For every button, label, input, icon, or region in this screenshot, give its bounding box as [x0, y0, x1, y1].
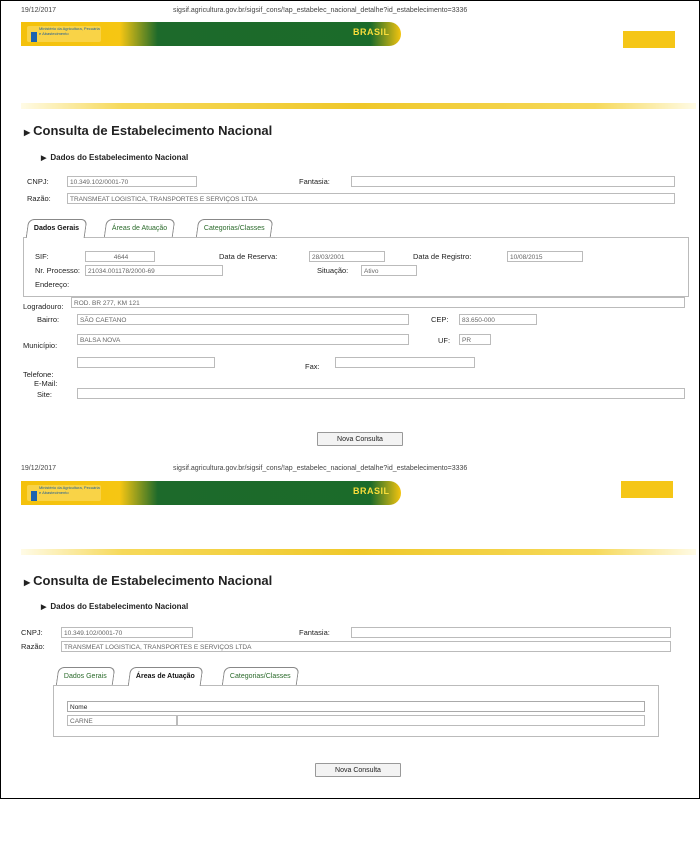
- site-label: Site:: [37, 390, 53, 399]
- ministry-banner: Ministério da Agricultura, Pecuária e Ab…: [21, 22, 401, 46]
- endereco-label: Endereço:: [35, 280, 70, 289]
- tab-dados-gerais[interactable]: Dados Gerais: [55, 667, 116, 686]
- tab-areas-de-atuacao[interactable]: Áreas de Atuação: [127, 667, 204, 686]
- nr-processo-label: Nr. Processo:: [35, 266, 81, 275]
- tab-categorias-classes[interactable]: Categorias/Classes: [195, 219, 274, 238]
- telefone-label: Telefone:: [23, 370, 54, 379]
- sif-label: SIF:: [35, 252, 49, 261]
- situacao-field: Ativo: [361, 265, 417, 276]
- table-row-blank: [177, 715, 645, 726]
- uf-label: UF:: [438, 336, 451, 345]
- print-date: 19/12/2017: [21, 465, 57, 472]
- printed-page-2: 19/12/2017 sigsif.agricultura.gov.br/sig…: [1, 461, 700, 856]
- municipio-field: BALSA NOVA: [77, 334, 409, 345]
- page-title: ▶ Consulta de Estabelecimento Nacional: [24, 123, 273, 138]
- data-registro-field: 10/08/2015: [507, 251, 583, 262]
- table-header-nome: Nome: [67, 701, 645, 712]
- triangle-right-icon: ▶: [24, 578, 31, 587]
- ministry-emblem-icon: [31, 32, 37, 42]
- print-header: 19/12/2017 sigsif.agricultura.gov.br/sig…: [21, 7, 700, 19]
- print-date: 19/12/2017: [21, 7, 57, 14]
- header-divider: [21, 549, 696, 555]
- tab-bar: Dados Gerais Áreas de Atuação Categorias…: [55, 667, 357, 686]
- tab-areas-de-atuacao[interactable]: Áreas de Atuação: [103, 219, 176, 238]
- razao-field: TRANSMEAT LOGISTICA, TRANSPORTES E SERVI…: [67, 193, 675, 204]
- print-url: sigsif.agricultura.gov.br/sigsif_cons/!a…: [173, 7, 468, 14]
- banner-yellow-block: [623, 31, 675, 48]
- brasil-brand: BRASIL: [353, 27, 390, 37]
- municipio-label: Município:: [23, 341, 58, 350]
- tab-bar: Dados Gerais Áreas de Atuação Categorias…: [25, 219, 327, 238]
- uf-field: PR: [459, 334, 491, 345]
- fantasia-field: [351, 627, 671, 638]
- bairro-label: Bairro:: [37, 315, 60, 324]
- printed-document: 19/12/2017 sigsif.agricultura.gov.br/sig…: [0, 0, 700, 799]
- fax-field: [335, 357, 475, 368]
- tab-categorias-classes[interactable]: Categorias/Classes: [221, 667, 300, 686]
- page-title: ▶ Consulta de Estabelecimento Nacional: [24, 573, 273, 588]
- ministry-logo: Ministério da Agricultura, Pecuária e Ab…: [27, 26, 101, 42]
- nova-consulta-button[interactable]: Nova Consulta: [315, 763, 401, 777]
- section-subtitle: ▶ Dados do Estabelecimento Nacional: [41, 602, 189, 611]
- data-reserva-field: 28/03/2001: [309, 251, 385, 262]
- razao-label: Razão:: [27, 194, 51, 203]
- fantasia-label: Fantasia:: [299, 177, 330, 186]
- cnpj-field: 10.349.102/0001-70: [67, 176, 197, 187]
- banner-yellow-block: [621, 481, 673, 498]
- data-registro-label: Data de Registro:: [413, 252, 472, 261]
- telefone-field: [77, 357, 215, 368]
- ministry-emblem-icon: [31, 491, 37, 501]
- email-label: E-Mail:: [34, 379, 58, 388]
- logradouro-field: ROD. BR 277, KM 121: [71, 297, 685, 308]
- cnpj-field: 10.349.102/0001-70: [61, 627, 193, 638]
- fantasia-label: Fantasia:: [299, 628, 330, 637]
- logradouro-label: Logradouro:: [23, 302, 64, 311]
- razao-label: Razão:: [21, 642, 45, 651]
- triangle-right-icon: ▶: [41, 604, 47, 611]
- fax-label: Fax:: [305, 362, 320, 371]
- situacao-label: Situação:: [317, 266, 349, 275]
- print-url: sigsif.agricultura.gov.br/sigsif_cons/!a…: [173, 465, 468, 472]
- cep-label: CEP:: [431, 315, 449, 324]
- cnpj-label: CNPJ:: [21, 628, 43, 637]
- header-divider: [21, 103, 696, 109]
- print-header: 19/12/2017 sigsif.agricultura.gov.br/sig…: [21, 465, 700, 477]
- triangle-right-icon: ▶: [24, 128, 31, 137]
- section-subtitle: ▶ Dados do Estabelecimento Nacional: [41, 153, 189, 162]
- cep-field: 83.650-000: [459, 314, 537, 325]
- data-reserva-label: Data de Reserva:: [219, 252, 278, 261]
- fantasia-field: [351, 176, 675, 187]
- cnpj-label: CNPJ:: [27, 177, 49, 186]
- tab-dados-gerais[interactable]: Dados Gerais: [25, 219, 88, 238]
- bairro-field: SÃO CAETANO: [77, 314, 409, 325]
- brasil-brand: BRASIL: [353, 486, 390, 496]
- ministry-banner: Ministério da Agricultura, Pecuária e Ab…: [21, 481, 401, 505]
- table-row: CARNE: [67, 715, 177, 726]
- printed-page-1: 19/12/2017 sigsif.agricultura.gov.br/sig…: [1, 1, 700, 399]
- sif-field: 4644: [85, 251, 155, 262]
- triangle-right-icon: ▶: [41, 155, 47, 162]
- nr-processo-field: 21034.001178/2000-69: [85, 265, 223, 276]
- ministry-logo: Ministério da Agricultura, Pecuária e Ab…: [27, 485, 101, 501]
- razao-field: TRANSMEAT LOGISTICA, TRANSPORTES E SERVI…: [61, 641, 671, 652]
- site-field: [77, 388, 685, 399]
- nova-consulta-button[interactable]: Nova Consulta: [317, 432, 403, 446]
